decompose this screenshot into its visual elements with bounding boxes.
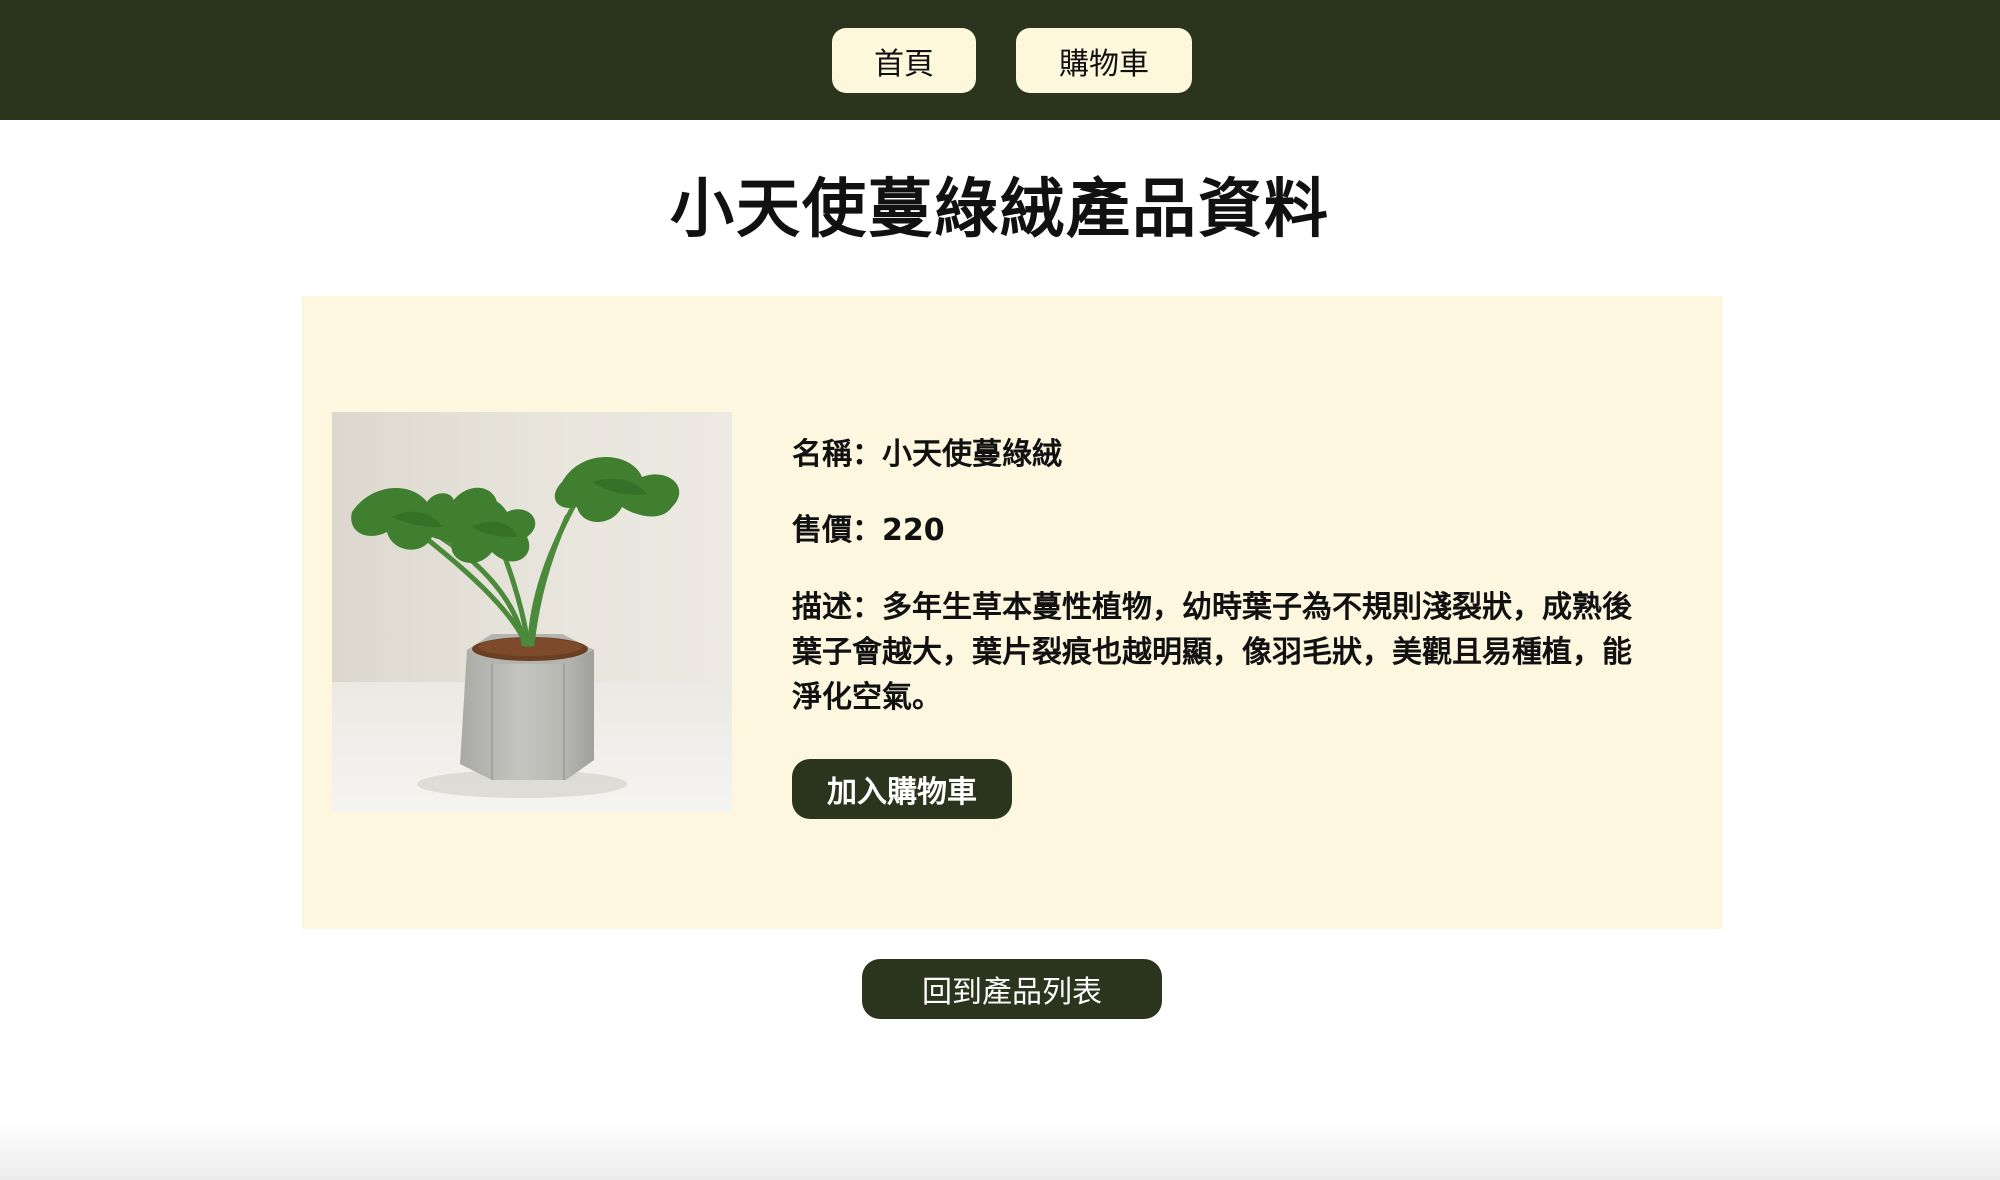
cart-button[interactable]: 購物車 [1016, 28, 1192, 93]
back-to-product-list-button[interactable]: 回到產品列表 [862, 959, 1162, 1019]
product-card: 名稱：小天使蔓綠絨 售價：220 描述：多年生草本蔓性植物，幼時葉子為不規則淺裂… [302, 296, 1722, 929]
top-nav-bar: 首頁 購物車 [0, 0, 2000, 120]
product-price: 售價：220 [792, 513, 945, 548]
potted-plant-image [332, 412, 732, 812]
product-description: 描述：多年生草本蔓性植物，幼時葉子為不規則淺裂狀，成熟後葉子會越大，葉片裂痕也越… [792, 590, 1632, 715]
add-to-cart-button[interactable]: 加入購物車 [792, 759, 1012, 819]
home-button[interactable]: 首頁 [832, 28, 976, 93]
page-bottom-shadow [0, 1120, 2000, 1180]
product-name: 名稱：小天使蔓綠絨 [792, 437, 1062, 472]
page-title: 小天使蔓綠絨產品資料 [670, 173, 1330, 247]
